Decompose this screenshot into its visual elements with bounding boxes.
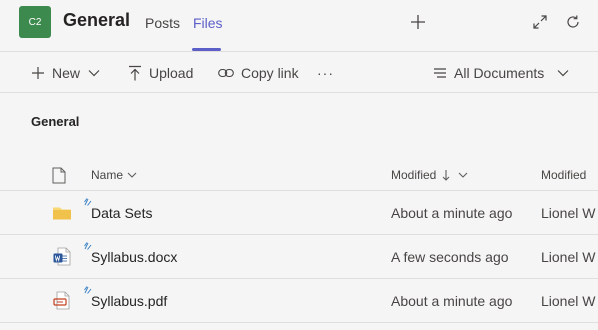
document-library: General Name Modified Modified Data Sets…: [0, 94, 598, 330]
modified-by: Lionel W: [541, 292, 596, 309]
file-name-link[interactable]: Syllabus.pdf: [91, 279, 167, 322]
file-row[interactable]: Syllabus.pdf About a minute ago Lionel W: [0, 279, 598, 323]
upload-button[interactable]: Upload: [128, 53, 193, 93]
more-options-button[interactable]: ···: [317, 53, 334, 93]
chevron-down-icon: [458, 172, 468, 178]
modified-by: Lionel W: [541, 204, 596, 221]
column-header-row: Name Modified Modified: [0, 160, 598, 191]
modified-time: About a minute ago: [391, 292, 513, 309]
upload-label: Upload: [149, 65, 194, 81]
modified-by-column-label: Modified: [541, 168, 587, 182]
modified-column-header[interactable]: Modified: [391, 160, 468, 190]
plus-icon: [32, 67, 44, 79]
view-selector[interactable]: All Documents: [433, 53, 569, 93]
file-row[interactable]: Data Sets About a minute ago Lionel W: [0, 191, 598, 235]
channel-header: C2 General Posts Files: [0, 0, 598, 52]
chevron-down-icon: [127, 172, 137, 178]
modified-time: About a minute ago: [391, 204, 513, 221]
modified-by-column-header[interactable]: Modified: [541, 160, 598, 190]
file-type-icon: [52, 167, 66, 183]
channel-title: General: [63, 10, 131, 30]
refresh-icon[interactable]: [563, 12, 583, 32]
modified-time: A few seconds ago: [391, 248, 509, 265]
expand-icon[interactable]: [530, 12, 550, 32]
new-label: New: [52, 65, 81, 81]
tab-files[interactable]: Files: [193, 15, 223, 31]
active-tab-indicator: [192, 48, 221, 51]
new-button[interactable]: New: [31, 53, 100, 93]
team-avatar[interactable]: C2: [19, 6, 51, 38]
file-type-column-header[interactable]: [52, 160, 66, 190]
list-view-icon: [434, 68, 446, 78]
files-toolbar: New Upload Copy link ··· All Documents: [0, 53, 598, 93]
view-label: All Documents: [454, 65, 545, 81]
tab-posts[interactable]: Posts: [145, 15, 180, 31]
file-row[interactable]: Syllabus.docx A few seconds ago Lionel W: [0, 235, 598, 279]
pdf-icon: [52, 279, 72, 322]
name-column-header[interactable]: Name: [91, 160, 137, 190]
modified-by: Lionel W: [541, 248, 596, 265]
name-column-label: Name: [91, 168, 124, 182]
file-name-link[interactable]: Syllabus.docx: [91, 235, 177, 278]
modified-column-label: Modified: [391, 168, 437, 182]
folder-icon: [52, 191, 72, 234]
word-icon: [52, 235, 72, 278]
more-icon: ···: [317, 65, 334, 81]
chevron-down-icon: [557, 70, 569, 77]
copy-link-label: Copy link: [241, 65, 299, 81]
library-title: General: [31, 114, 80, 129]
upload-icon: [129, 65, 141, 81]
sort-descending-icon: [442, 170, 450, 181]
file-name-link[interactable]: Data Sets: [91, 191, 152, 234]
link-icon: [218, 68, 234, 78]
chevron-down-icon: [88, 70, 100, 77]
copy-link-button[interactable]: Copy link: [218, 53, 299, 93]
plus-icon[interactable]: [408, 12, 428, 32]
